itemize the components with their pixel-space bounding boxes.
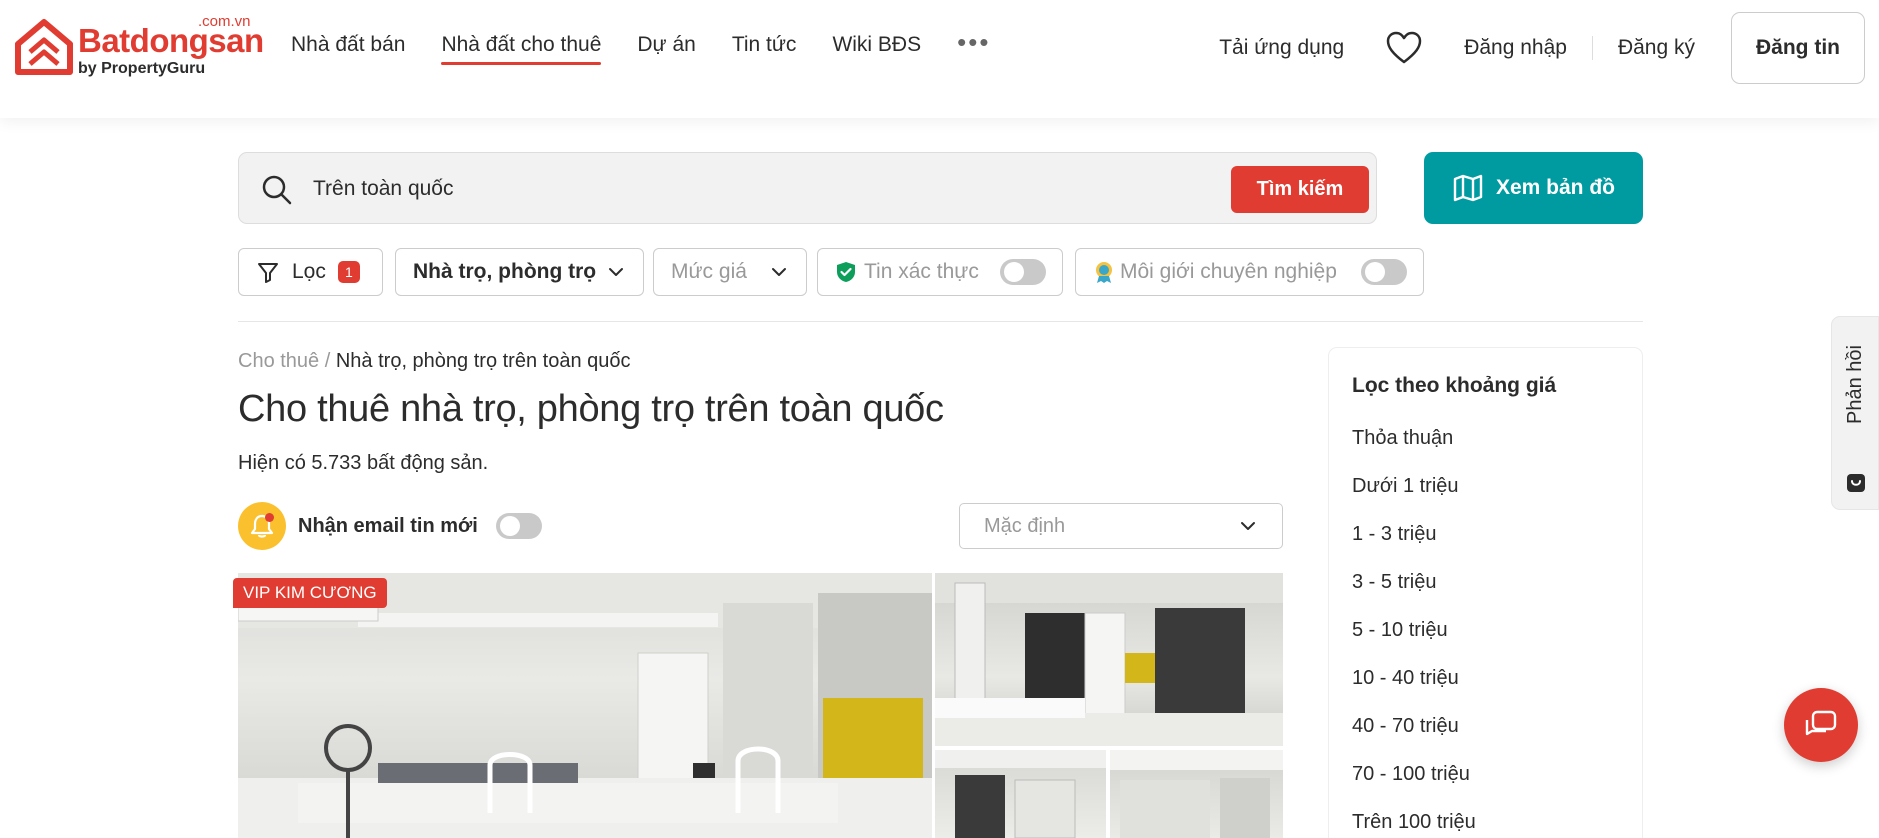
price-value: Mức giá: [671, 260, 747, 283]
room-photo-illustration: [238, 573, 932, 838]
brand-byline: by PropertyGuru: [78, 60, 206, 77]
register-link[interactable]: Đăng ký: [1618, 36, 1695, 60]
chevron-down-icon: [772, 268, 786, 276]
price-option[interactable]: 1 - 3 triệu: [1352, 522, 1476, 570]
map-icon: [1453, 174, 1483, 202]
nav-more-icon[interactable]: •••: [957, 27, 990, 58]
price-option[interactable]: 3 - 5 triệu: [1352, 570, 1476, 618]
filter-button[interactable]: Lọc 1: [238, 248, 383, 296]
search-location-value[interactable]: Trên toàn quốc: [313, 177, 453, 201]
search-icon: [262, 175, 292, 205]
email-alert-toggle[interactable]: [495, 513, 542, 539]
bell-icon: [238, 502, 286, 550]
price-filter-title: Lọc theo khoảng giá: [1352, 374, 1557, 397]
filter-icon: [258, 263, 278, 283]
feedback-label: Phản hồi: [1844, 345, 1866, 424]
price-filter-list: Thỏa thuận Dưới 1 triệu 1 - 3 triệu 3 - …: [1352, 426, 1476, 838]
feedback-tab[interactable]: Phản hồi: [1831, 316, 1879, 510]
download-app-link[interactable]: Tải ứng dụng: [1219, 36, 1344, 60]
chat-button[interactable]: [1784, 688, 1858, 762]
filter-count-badge: 1: [337, 261, 360, 283]
breadcrumb-root[interactable]: Cho thuê: [238, 350, 319, 372]
main-nav: Nhà đất bán Nhà đất cho thuê Dự án Tin t…: [291, 27, 990, 65]
price-option[interactable]: 70 - 100 triệu: [1352, 762, 1476, 810]
verified-toggle[interactable]: [1000, 259, 1046, 285]
listing-photo-2[interactable]: [935, 573, 1283, 746]
listing-photo-3[interactable]: [935, 750, 1106, 838]
breadcrumb: Cho thuê / Nhà trọ, phòng trọ trên toàn …: [238, 350, 631, 373]
verified-filter[interactable]: Tin xác thực: [817, 248, 1063, 296]
heart-icon[interactable]: [1386, 31, 1422, 65]
price-option[interactable]: Trên 100 triệu: [1352, 810, 1476, 838]
nav-item-sale[interactable]: Nhà đất bán: [291, 33, 405, 65]
category-value: Nhà trọ, phòng trọ: [413, 260, 597, 283]
view-map-button[interactable]: Xem bản đồ: [1424, 152, 1643, 224]
room-photo-illustration: [935, 573, 1283, 746]
header-divider: [1591, 36, 1593, 60]
pro-agent-toggle[interactable]: [1361, 259, 1407, 285]
shield-check-icon: [837, 262, 855, 282]
header-actions: Tải ứng dụng Đăng nhập Đăng ký Đăng tin: [1219, 12, 1865, 84]
nav-item-wiki[interactable]: Wiki BĐS: [832, 33, 921, 65]
sort-value: Mặc định: [984, 514, 1066, 537]
pro-agent-filter[interactable]: Môi giới chuyên nghiệp: [1075, 248, 1424, 296]
breadcrumb-current: Nhà trọ, phòng trọ trên toàn quốc: [335, 350, 631, 372]
verified-label: Tin xác thực: [864, 260, 979, 283]
listing-photo-main[interactable]: [238, 573, 932, 838]
nav-item-news[interactable]: Tin tức: [732, 33, 797, 65]
page-title: Cho thuê nhà trọ, phòng trọ trên toàn qu…: [238, 388, 944, 430]
chevron-down-icon: [609, 268, 623, 276]
sort-dropdown[interactable]: Mặc định: [959, 503, 1283, 549]
nav-item-rent[interactable]: Nhà đất cho thuê: [441, 33, 601, 65]
chat-icon: [1805, 710, 1837, 736]
search-button[interactable]: Tìm kiếm: [1231, 166, 1369, 213]
filter-label: Lọc: [292, 260, 326, 283]
room-photo-illustration: [1110, 750, 1283, 838]
results-count: Hiện có 5.733 bất động sản.: [238, 452, 489, 474]
chevron-down-icon: [1241, 522, 1255, 530]
brand-logo[interactable]: .com.vn Batdongsan by PropertyGuru: [14, 13, 264, 82]
email-alert-label: Nhận email tin mới: [298, 514, 478, 537]
pro-agent-label: Môi giới chuyên nghiệp: [1120, 260, 1337, 283]
price-option[interactable]: Thỏa thuận: [1352, 426, 1476, 474]
price-option[interactable]: Dưới 1 triệu: [1352, 474, 1476, 522]
search-bar[interactable]: Trên toàn quốc Tìm kiếm: [238, 152, 1377, 224]
price-option[interactable]: 10 - 40 triệu: [1352, 666, 1476, 714]
house-logo-icon: [15, 19, 73, 75]
view-map-label: Xem bản đồ: [1495, 176, 1616, 199]
price-option[interactable]: 5 - 10 triệu: [1352, 618, 1476, 666]
feedback-icon: [1847, 474, 1865, 492]
site-header: .com.vn Batdongsan by PropertyGuru Nhà đ…: [0, 0, 1879, 118]
price-dropdown[interactable]: Mức giá: [653, 248, 807, 296]
login-link[interactable]: Đăng nhập: [1464, 36, 1567, 60]
divider: [238, 321, 1643, 322]
room-photo-illustration: [935, 750, 1106, 838]
price-option[interactable]: 40 - 70 triệu: [1352, 714, 1476, 762]
breadcrumb-sep: /: [324, 350, 331, 372]
price-filter-panel: Lọc theo khoảng giá Thỏa thuận Dưới 1 tr…: [1328, 347, 1643, 838]
post-listing-button[interactable]: Đăng tin: [1731, 12, 1865, 84]
listing-gallery[interactable]: [238, 573, 1283, 838]
medal-icon: [1096, 262, 1112, 283]
email-alert: Nhận email tin mới: [238, 502, 542, 550]
listing-photo-4[interactable]: [1110, 750, 1283, 838]
bell-notification-dot: [265, 513, 274, 522]
vip-badge: VIP KIM CƯƠNG: [233, 578, 387, 608]
brand-name: Batdongsan: [78, 22, 264, 59]
nav-item-projects[interactable]: Dự án: [637, 33, 695, 65]
category-dropdown[interactable]: Nhà trọ, phòng trọ: [395, 248, 644, 296]
